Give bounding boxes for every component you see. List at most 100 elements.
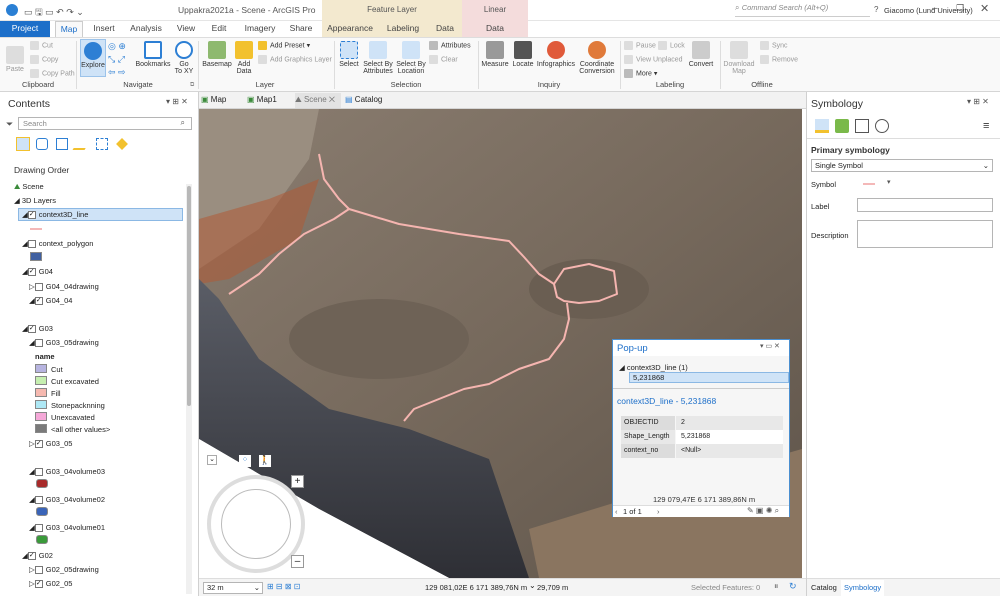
zoom-out-icon[interactable]: – <box>291 555 304 568</box>
legend-swatch-stonepacking[interactable] <box>35 400 47 409</box>
tab-lr-data[interactable]: Data <box>462 21 528 37</box>
minimize-icon[interactable]: – <box>932 3 938 14</box>
view-unplaced-button[interactable]: View Unplaced <box>624 55 683 64</box>
symbol-layers-tab-icon[interactable] <box>855 119 869 133</box>
more-button[interactable]: More ▾ <box>624 69 657 78</box>
visibility-checkbox[interactable] <box>34 496 43 505</box>
tree-g03-04volume01[interactable]: ◢ G03_04volume01 <box>29 523 105 533</box>
list-by-source-icon[interactable] <box>36 138 48 150</box>
list-by-drawing-order-icon[interactable] <box>16 137 30 151</box>
tree-g03-04volume02[interactable]: ◢ G03_04volume02 <box>29 495 105 505</box>
symbology-method-dropdown[interactable]: Single Symbol ⌄ <box>811 159 993 172</box>
label-input[interactable] <box>857 198 993 212</box>
symbol-dropdown-icon[interactable]: ▾ <box>887 178 891 186</box>
tab-labeling[interactable]: Labeling <box>378 21 428 37</box>
tree-g02-05[interactable]: ▷✓ G02_05 <box>29 579 72 589</box>
line-symbol-swatch[interactable] <box>30 228 42 230</box>
visibility-checkbox[interactable] <box>34 468 43 477</box>
symbol-preview[interactable] <box>863 183 875 185</box>
legend-swatch-fill[interactable] <box>35 388 47 397</box>
coordinate-menu-icon[interactable]: ⌄ <box>529 581 536 590</box>
legend-swatch-unexcavated[interactable] <box>35 412 47 421</box>
view-tab-scene[interactable]: ⛰ Scene ✕ <box>295 93 341 108</box>
contents-scrollbar[interactable] <box>186 184 192 594</box>
previous-extent-icon[interactable]: ⇦ ⇨ <box>108 67 126 78</box>
visibility-checkbox[interactable] <box>34 339 43 348</box>
vary-symbology-tab-icon[interactable] <box>835 119 849 133</box>
close-icon[interactable]: ✕ <box>980 2 989 15</box>
visibility-checkbox[interactable]: ✓ <box>27 325 36 334</box>
tree-g04-04drawing[interactable]: ▷ G04_04drawing <box>29 282 99 292</box>
basemap-button[interactable]: Basemap <box>201 41 233 68</box>
legend-swatch-cut[interactable] <box>35 364 47 373</box>
visibility-checkbox[interactable] <box>34 524 43 533</box>
advanced-symbology-tab-icon[interactable] <box>875 119 889 133</box>
bookmarks-button[interactable]: Bookmarks <box>135 41 171 68</box>
tree-g04[interactable]: ◢✓ G04 <box>22 267 53 277</box>
popup-actions-icon[interactable]: ✎ ▣ ✺ ⌕ <box>747 506 779 516</box>
popup-next-icon[interactable]: › <box>657 507 660 516</box>
copy-button[interactable]: Copy <box>30 55 58 64</box>
visibility-checkbox[interactable]: ✓ <box>34 440 43 449</box>
pin-icon[interactable]: ▾ ⊞ ✕ <box>967 97 989 106</box>
pause-button[interactable]: Pause <box>624 41 656 50</box>
list-by-labeling-icon[interactable] <box>116 138 128 150</box>
coordinate-conversion-button[interactable]: Coordinate Conversion <box>578 41 616 75</box>
add-graphics-layer-button[interactable]: Add Graphics Layer <box>258 55 332 64</box>
polygon-symbol-swatch[interactable] <box>30 252 42 261</box>
bottom-tab-catalog[interactable]: Catalog <box>811 583 837 592</box>
lock-button[interactable]: Lock <box>658 41 685 50</box>
download-map-button[interactable]: Download Map <box>722 41 756 75</box>
visibility-checkbox[interactable]: ✓ <box>34 580 43 589</box>
volume01-swatch[interactable] <box>36 535 48 544</box>
pin-icon[interactable]: ▾ ⊞ ✕ <box>166 97 188 106</box>
select-by-attributes-button[interactable]: Select By Attributes <box>362 41 394 75</box>
tree-g03-04volume03[interactable]: ◢ G03_04volume03 <box>29 467 105 477</box>
refresh-icon[interactable]: ↻ <box>789 581 797 592</box>
attributes-button[interactable]: Attributes <box>429 41 471 50</box>
tab-project[interactable]: Project <box>0 21 50 37</box>
measure-button[interactable]: Measure <box>481 41 509 68</box>
scale-dropdown[interactable]: 32 m ⌄ <box>203 582 263 594</box>
clear-button[interactable]: Clear <box>429 55 458 64</box>
tree-context-polygon[interactable]: ◢ context_polygon <box>22 239 93 249</box>
popup-prev-icon[interactable]: ‹ <box>615 507 618 516</box>
list-by-editing-icon[interactable] <box>72 138 92 150</box>
primary-symbology-tab-icon[interactable] <box>815 119 829 133</box>
tree-g03-05drawing[interactable]: ◢ G03_05drawing <box>29 338 99 348</box>
volume03-swatch[interactable] <box>36 479 48 488</box>
cut-button[interactable]: Cut <box>30 41 53 50</box>
tab-imagery[interactable]: Imagery <box>240 21 280 37</box>
tree-g02[interactable]: ◢✓ G02 <box>22 551 53 561</box>
navigator-person-icon[interactable]: 🚶 <box>259 455 271 467</box>
bottom-tab-symbology[interactable]: Symbology <box>841 580 885 596</box>
pause-drawing-icon[interactable]: ⏸ <box>774 581 779 592</box>
close-tab-icon[interactable]: ✕ <box>329 95 335 104</box>
navigator-full-control-icon[interactable]: ⁘ <box>239 455 251 467</box>
convert-button[interactable]: Convert <box>686 41 716 68</box>
tree-g03[interactable]: ◢✓ G03 <box>22 324 53 334</box>
scrollbar-thumb[interactable] <box>187 186 191 406</box>
popup-feature-item[interactable]: 5,231868 <box>629 372 789 383</box>
add-preset-button[interactable]: Add Preset ▾ <box>258 41 310 50</box>
navigator-inner-ring[interactable] <box>221 489 291 559</box>
visibility-checkbox[interactable]: ✓ <box>27 552 36 561</box>
locate-button[interactable]: Locate <box>511 41 535 68</box>
tab-insert[interactable]: Insert <box>88 21 120 37</box>
menu-icon[interactable]: ≡ <box>983 120 989 132</box>
select-by-location-button[interactable]: Select By Location <box>396 41 426 75</box>
tree-g02-05drawing[interactable]: ▷ G02_05drawing <box>29 565 99 575</box>
visibility-checkbox[interactable]: ✓ <box>34 297 43 306</box>
contents-search-input[interactable]: Search ⌕ <box>18 117 192 130</box>
tab-share[interactable]: Share <box>286 21 316 37</box>
tree-scene[interactable]: ⛰ Scene <box>14 182 44 192</box>
view-tab-map1[interactable]: ▣ Map1 <box>247 94 293 107</box>
view-tab-catalog[interactable]: ▤ Catalog <box>345 94 395 107</box>
tree-3d-layers[interactable]: ◢ 3D Layers <box>14 196 56 205</box>
visibility-checkbox[interactable]: ✓ <box>27 211 36 220</box>
zoom-in-icon[interactable]: + <box>291 475 304 488</box>
navigator-menu-icon[interactable]: ⌄ <box>207 455 217 465</box>
copy-path-button[interactable]: Copy Path <box>30 69 75 78</box>
list-by-snapping-icon[interactable] <box>96 138 108 150</box>
tab-analysis[interactable]: Analysis <box>126 21 166 37</box>
